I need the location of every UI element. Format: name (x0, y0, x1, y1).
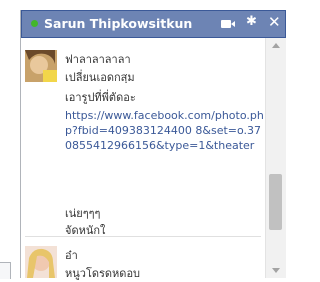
chat-titlebar[interactable]: Sarun Thipkowsitkun ✱ ✕ (21, 10, 286, 38)
gear-icon[interactable]: ✱ (246, 15, 257, 29)
avatar[interactable] (25, 50, 57, 82)
close-icon[interactable]: ✕ (268, 14, 281, 30)
avatar[interactable] (25, 246, 57, 278)
message-line: เน่ยๆๆๆ (65, 207, 101, 220)
scroll-thumb[interactable] (269, 174, 282, 230)
message-line: เปลี่ยนเอดกสฺม (65, 71, 135, 84)
chat-window: Sarun Thipkowsitkun ✱ ✕ ฟาลาลาลาลา เปลี่… (20, 10, 286, 280)
contact-name[interactable]: Sarun Thipkowsitkun (44, 16, 192, 31)
online-status-icon (31, 20, 38, 27)
message-line: เอารูปที่พี่ตัดอะ (65, 91, 136, 104)
message-sender: ฟาลาลาลาลา (65, 53, 131, 66)
message-link[interactable]: https://www.facebook.com/photo.php?fbid=… (65, 108, 265, 153)
video-call-icon[interactable] (220, 17, 236, 31)
scroll-up-icon[interactable] (272, 43, 280, 48)
message-sender: อ๋า (65, 249, 78, 262)
scrollbar[interactable] (265, 38, 286, 278)
scroll-down-icon[interactable] (272, 268, 280, 273)
message-list[interactable]: ฟาลาลาลาลา เปลี่ยนเอดกสฺม เอารูปที่พี่ตั… (21, 38, 286, 280)
message-divider (25, 236, 261, 237)
message-line: หนูวโดรดหดอบ (65, 267, 141, 280)
adjacent-window-edge (0, 262, 11, 279)
